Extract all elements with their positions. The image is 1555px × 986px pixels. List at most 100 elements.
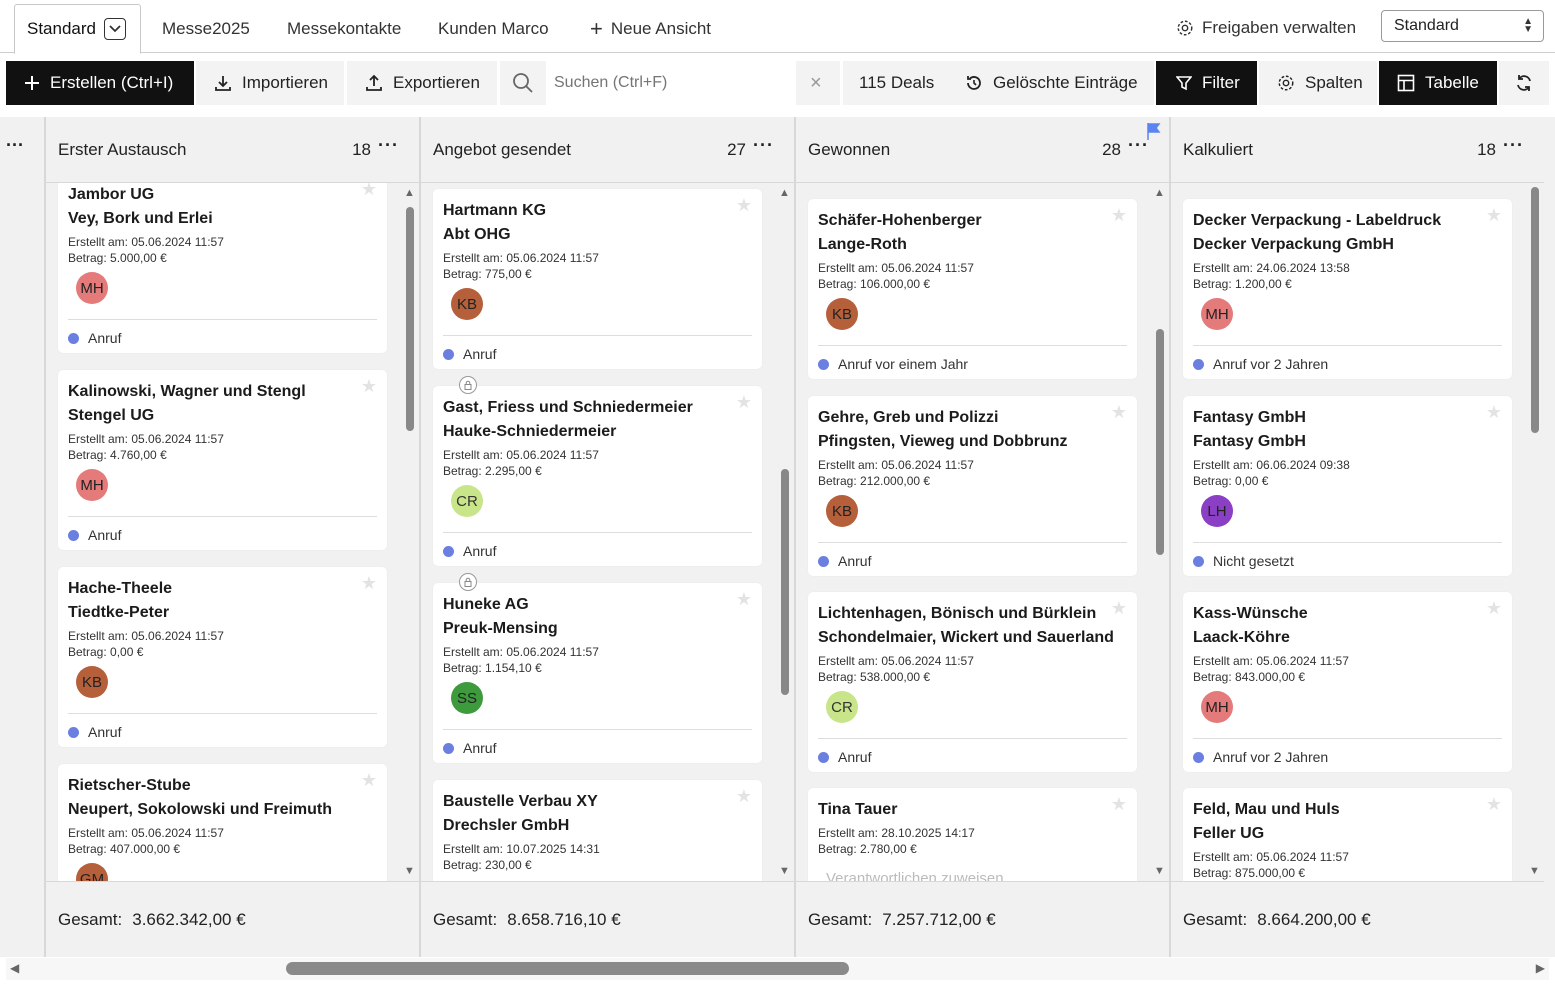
avatar[interactable]: MH bbox=[76, 469, 108, 501]
activity-status[interactable]: Nicht gesetzt bbox=[1193, 553, 1294, 569]
search-input[interactable] bbox=[546, 61, 796, 105]
scroll-up-icon[interactable]: ▲ bbox=[1154, 187, 1165, 199]
star-icon[interactable]: ★ bbox=[361, 770, 377, 791]
deal-card[interactable]: ★ Rietscher-Stube Neupert, Sokolowski und … bbox=[58, 764, 387, 881]
activity-status[interactable]: Anruf vor 2 Jahren bbox=[1193, 749, 1328, 765]
activity-status[interactable]: Anruf bbox=[818, 749, 871, 765]
deal-card[interactable]: ★ Kalinowski, Wagner und Stengl Stengel UG… bbox=[58, 370, 387, 550]
deal-card[interactable]: ★ Schäfer-Hohenberger Lange-Roth Erstellt a… bbox=[808, 199, 1137, 379]
chevron-down-icon[interactable] bbox=[104, 18, 126, 40]
avatar[interactable]: CR bbox=[451, 485, 483, 517]
scroll-down-icon[interactable]: ▼ bbox=[1154, 865, 1165, 877]
assign-owner-link[interactable]: Verantwortlichen zuweisen bbox=[826, 870, 1004, 881]
table-view-button[interactable]: Tabelle bbox=[1379, 61, 1497, 105]
star-icon[interactable]: ★ bbox=[361, 573, 377, 594]
create-button[interactable]: Erstellen (Ctrl+I) bbox=[6, 61, 194, 105]
scrollbar-thumb[interactable] bbox=[286, 962, 849, 975]
scroll-down-icon[interactable]: ▼ bbox=[779, 865, 790, 877]
card-divider bbox=[818, 738, 1127, 739]
star-icon[interactable]: ★ bbox=[736, 392, 752, 413]
avatar[interactable]: CR bbox=[826, 691, 858, 723]
tab-messekontakte[interactable]: Messekontakte bbox=[275, 4, 413, 53]
scroll-right-icon[interactable]: ▶ bbox=[1536, 961, 1545, 975]
filter-button[interactable]: Filter bbox=[1156, 61, 1257, 105]
avatar[interactable]: KB bbox=[826, 495, 858, 527]
column-menu-icon[interactable]: ··· bbox=[1503, 135, 1524, 156]
column-menu-icon[interactable]: ··· bbox=[378, 135, 399, 156]
deal-card[interactable]: ★ Tina Tauer Erstellt am: 28.10.2025 14:17… bbox=[808, 788, 1137, 881]
deal-card[interactable]: ★ Fantasy GmbH Fantasy GmbH Erstellt am: 06… bbox=[1183, 396, 1512, 576]
vertical-scrollbar[interactable]: ▲▼ bbox=[401, 183, 419, 881]
tab-messe2025[interactable]: Messe2025 bbox=[150, 4, 262, 53]
star-icon[interactable]: ★ bbox=[1486, 794, 1502, 815]
star-icon[interactable]: ★ bbox=[361, 376, 377, 397]
star-icon[interactable]: ★ bbox=[1486, 205, 1502, 226]
star-icon[interactable]: ★ bbox=[1111, 598, 1127, 619]
vertical-scrollbar[interactable]: ▲▼ bbox=[1151, 183, 1169, 881]
activity-status[interactable]: Anruf vor einem Jahr bbox=[818, 356, 968, 372]
star-icon[interactable]: ★ bbox=[1486, 598, 1502, 619]
tab-kunden-marco[interactable]: Kunden Marco bbox=[426, 4, 561, 53]
deal-card[interactable]: ★ Decker Verpackung - Labeldruck Decker Ve… bbox=[1183, 199, 1512, 379]
scroll-up-icon[interactable]: ▲ bbox=[404, 187, 415, 199]
avatar[interactable]: GM bbox=[76, 863, 108, 881]
deal-card[interactable]: ★ Hartmann KG Abt OHG Erstellt am: 05.06.20… bbox=[433, 189, 762, 369]
avatar[interactable]: KB bbox=[826, 298, 858, 330]
avatar[interactable]: MH bbox=[76, 272, 108, 304]
refresh-button[interactable] bbox=[1499, 61, 1549, 105]
avatar[interactable]: KB bbox=[451, 288, 483, 320]
avatar[interactable]: SS bbox=[451, 682, 483, 714]
activity-status[interactable]: Anruf bbox=[818, 553, 871, 569]
activity-status[interactable]: Anruf bbox=[68, 330, 121, 346]
tab-standard[interactable]: Standard bbox=[14, 4, 141, 54]
scroll-up-icon[interactable]: ▲ bbox=[779, 187, 790, 199]
scroll-left-icon[interactable]: ◀ bbox=[10, 961, 19, 975]
scrollbar-thumb[interactable] bbox=[1531, 187, 1539, 433]
view-select[interactable]: Standard ▲ ▼ bbox=[1381, 10, 1544, 42]
columns-button[interactable]: Spalten bbox=[1259, 61, 1377, 105]
deal-card[interactable]: ★ Hache-Theele Tiedtke-Peter Erstellt am: 0… bbox=[58, 567, 387, 747]
activity-status[interactable]: Anruf bbox=[68, 527, 121, 543]
scrollbar-thumb[interactable] bbox=[406, 207, 414, 431]
more-icon[interactable]: ··· bbox=[6, 135, 24, 156]
star-icon[interactable]: ★ bbox=[1486, 402, 1502, 423]
avatar[interactable]: KB bbox=[76, 666, 108, 698]
activity-status[interactable]: Anruf vor 2 Jahren bbox=[1193, 356, 1328, 372]
activity-status[interactable]: Anruf bbox=[443, 740, 496, 756]
star-icon[interactable]: ★ bbox=[736, 195, 752, 216]
star-icon[interactable]: ★ bbox=[1111, 205, 1127, 226]
deal-card[interactable]: ★ Gehre, Greb und Polizzi Pfingsten, Viewe… bbox=[808, 396, 1137, 576]
manage-sharing-button[interactable]: Freigaben verwalten bbox=[1176, 18, 1356, 38]
deal-card[interactable]: ★ Feld, Mau und Huls Feller UG Erstellt am:… bbox=[1183, 788, 1512, 881]
vertical-scrollbar[interactable]: ▲▼ bbox=[1526, 183, 1544, 881]
column-menu-icon[interactable]: ··· bbox=[753, 135, 774, 156]
scrollbar-thumb[interactable] bbox=[781, 469, 789, 695]
avatar[interactable]: LH bbox=[1201, 495, 1233, 527]
deal-card[interactable]: ★ Baustelle Verbau XY Drechsler GmbH Erstel… bbox=[433, 780, 762, 881]
deleted-entries-button[interactable]: Gelöschte Einträge bbox=[953, 61, 1154, 105]
activity-status[interactable]: Anruf bbox=[443, 346, 496, 362]
avatar[interactable]: MH bbox=[1201, 691, 1233, 723]
deal-card[interactable]: ★ Jambor UG Vey, Bork und Erlei Erstellt am… bbox=[58, 183, 387, 353]
deal-card[interactable]: ★ Gast, Friess und Schniedermeier Hauke-Sc… bbox=[433, 376, 762, 566]
vertical-scrollbar[interactable]: ▲▼ bbox=[776, 183, 794, 881]
clear-search-icon[interactable]: × bbox=[810, 72, 822, 95]
deal-card[interactable]: ★ Lichtenhagen, Bönisch und Bürklein Schon… bbox=[808, 592, 1137, 772]
new-view-button[interactable]: + Neue Ansicht bbox=[578, 4, 723, 53]
star-icon[interactable]: ★ bbox=[1111, 794, 1127, 815]
star-icon[interactable]: ★ bbox=[736, 786, 752, 807]
deal-card[interactable]: ★ Kass-Wünsche Laack-Köhre Erstellt am: 05.… bbox=[1183, 592, 1512, 772]
scrollbar-thumb[interactable] bbox=[1156, 329, 1164, 555]
export-button[interactable]: Exportieren bbox=[347, 61, 497, 105]
import-button[interactable]: Importieren bbox=[196, 61, 344, 105]
avatar[interactable]: MH bbox=[1201, 298, 1233, 330]
star-icon[interactable]: ★ bbox=[1111, 402, 1127, 423]
horizontal-scrollbar[interactable]: ◀ ▶ bbox=[6, 958, 1549, 980]
star-icon[interactable]: ★ bbox=[361, 183, 377, 200]
scroll-down-icon[interactable]: ▼ bbox=[1529, 865, 1540, 877]
star-icon[interactable]: ★ bbox=[736, 589, 752, 610]
deal-card[interactable]: ★ Huneke AG Preuk-Mensing Erstellt am: 05.0… bbox=[433, 573, 762, 763]
activity-status[interactable]: Anruf bbox=[68, 724, 121, 740]
activity-status[interactable]: Anruf bbox=[443, 543, 496, 559]
scroll-down-icon[interactable]: ▼ bbox=[404, 865, 415, 877]
